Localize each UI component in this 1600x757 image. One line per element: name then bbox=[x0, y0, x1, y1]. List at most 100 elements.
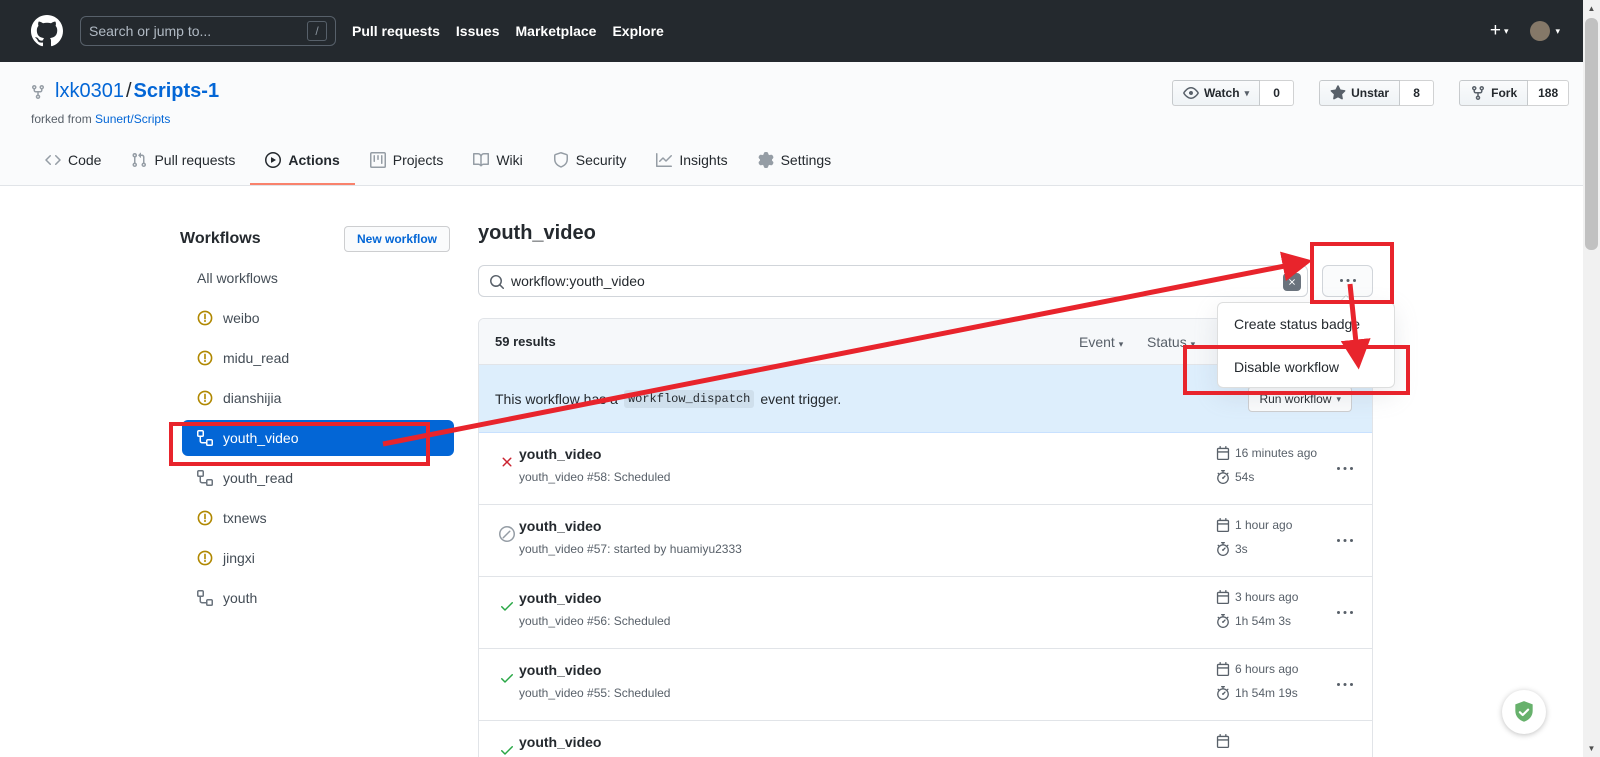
run-workflow-button[interactable]: Run workflow ▾ bbox=[1248, 386, 1352, 412]
global-search-input[interactable] bbox=[89, 23, 279, 39]
sidebar-item-weibo[interactable]: weibo bbox=[178, 298, 458, 338]
forked-from-link[interactable]: Sunert/Scripts bbox=[95, 112, 170, 126]
fork-button[interactable]: Fork bbox=[1459, 80, 1528, 106]
run-title-link[interactable]: youth_video bbox=[519, 662, 601, 678]
workflow-run-row[interactable]: youth_video bbox=[479, 721, 1372, 757]
fork-count[interactable]: 188 bbox=[1528, 80, 1569, 106]
tab-actions[interactable]: Actions bbox=[250, 137, 354, 185]
warning-icon bbox=[197, 390, 213, 406]
calendar-icon bbox=[1216, 518, 1230, 532]
menu-item-disable-workflow[interactable]: Disable workflow bbox=[1218, 345, 1394, 387]
vertical-scrollbar[interactable]: ▲ ▼ bbox=[1583, 0, 1600, 757]
sidebar-item-jingxi[interactable]: jingxi bbox=[178, 538, 458, 578]
star-filled-icon bbox=[1330, 85, 1346, 101]
nav-pull-requests[interactable]: Pull requests bbox=[352, 23, 440, 39]
nav-marketplace[interactable]: Marketplace bbox=[516, 23, 597, 39]
run-title-link[interactable]: youth_video bbox=[519, 734, 601, 750]
status-filter[interactable]: Status ▾ bbox=[1147, 334, 1195, 350]
book-icon bbox=[473, 152, 489, 168]
workflow-run-row[interactable]: youth_video youth_video #58: Scheduled 1… bbox=[479, 433, 1372, 505]
graph-icon bbox=[656, 152, 672, 168]
tab-code[interactable]: Code bbox=[30, 137, 116, 185]
run-options-button[interactable] bbox=[1337, 605, 1353, 621]
unstar-button[interactable]: Unstar bbox=[1319, 80, 1400, 106]
menu-item-create-status-badge[interactable]: Create status badge bbox=[1218, 303, 1394, 345]
sidebar-item-midu-read[interactable]: midu_read bbox=[178, 338, 458, 378]
watch-button[interactable]: Watch ▾ bbox=[1172, 80, 1260, 106]
tab-wiki[interactable]: Wiki bbox=[458, 137, 537, 185]
warning-icon bbox=[197, 510, 213, 526]
stopwatch-icon bbox=[1216, 614, 1230, 628]
run-title-link[interactable]: youth_video bbox=[519, 446, 601, 462]
runs-search-input[interactable] bbox=[511, 266, 1251, 296]
run-subtitle: youth_video #56: Scheduled bbox=[519, 614, 670, 628]
workflow-run-row[interactable]: youth_video youth_video #57: started by … bbox=[479, 505, 1372, 577]
clear-search-button[interactable] bbox=[1283, 273, 1301, 291]
run-options-button[interactable] bbox=[1337, 677, 1353, 693]
stopwatch-icon bbox=[1216, 470, 1230, 484]
scrollbar-thumb[interactable] bbox=[1585, 18, 1598, 250]
sidebar-item-dianshijia[interactable]: dianshijia bbox=[178, 378, 458, 418]
chevron-down-icon: ▾ bbox=[1336, 394, 1341, 405]
project-icon bbox=[370, 152, 386, 168]
workflow-icon bbox=[197, 590, 213, 606]
tab-projects[interactable]: Projects bbox=[355, 137, 459, 185]
check-icon bbox=[499, 670, 515, 686]
repo-tabs: Code Pull requests Actions Projects Wiki… bbox=[30, 137, 846, 185]
search-icon bbox=[489, 274, 505, 290]
watch-count[interactable]: 0 bbox=[1260, 80, 1294, 106]
run-time: 16 minutes ago bbox=[1216, 446, 1317, 460]
workflow-list: All workflows weibo midu_read dianshijia… bbox=[178, 258, 458, 618]
chevron-down-icon: ▾ bbox=[1245, 88, 1250, 99]
sidebar-item-txnews[interactable]: txnews bbox=[178, 498, 458, 538]
breadcrumb-separator: / bbox=[124, 80, 134, 102]
calendar-icon bbox=[1216, 590, 1230, 604]
event-filter[interactable]: Event ▾ bbox=[1079, 334, 1123, 350]
star-count[interactable]: 8 bbox=[1400, 80, 1434, 106]
page-title: youth_video bbox=[478, 222, 596, 245]
sidebar-item-youth[interactable]: youth bbox=[178, 578, 458, 618]
calendar-icon bbox=[1216, 662, 1230, 676]
scroll-up-arrow[interactable]: ▲ bbox=[1583, 4, 1600, 13]
workflow-dispatch-code: workflow_dispatch bbox=[624, 390, 754, 408]
eye-icon bbox=[1183, 85, 1199, 101]
tab-insights[interactable]: Insights bbox=[641, 137, 742, 185]
run-time bbox=[1216, 734, 1235, 748]
adblock-shield-badge[interactable] bbox=[1502, 690, 1546, 734]
sidebar-item-all-workflows[interactable]: All workflows bbox=[178, 258, 458, 298]
user-menu[interactable]: ▾ bbox=[1530, 21, 1560, 41]
check-icon bbox=[499, 598, 515, 614]
repo-name-link[interactable]: Scripts-1 bbox=[134, 80, 220, 102]
run-duration: 1h 54m 3s bbox=[1216, 614, 1291, 628]
workflow-run-row[interactable]: youth_video youth_video #55: Scheduled 6… bbox=[479, 649, 1372, 721]
workflow-run-row[interactable]: youth_video youth_video #56: Scheduled 3… bbox=[479, 577, 1372, 649]
forked-from-note: forked from Sunert/Scripts bbox=[31, 112, 170, 126]
pull-request-icon bbox=[131, 152, 147, 168]
new-workflow-button[interactable]: New workflow bbox=[344, 226, 450, 252]
header-nav: Pull requests Issues Marketplace Explore bbox=[352, 23, 664, 39]
tab-pull-requests[interactable]: Pull requests bbox=[116, 137, 250, 185]
global-search: / bbox=[80, 16, 336, 46]
run-duration: 3s bbox=[1216, 542, 1248, 556]
stopwatch-icon bbox=[1216, 542, 1230, 556]
run-title-link[interactable]: youth_video bbox=[519, 590, 601, 606]
repo-owner-link[interactable]: lxk0301 bbox=[55, 80, 124, 102]
run-title-link[interactable]: youth_video bbox=[519, 518, 601, 534]
github-logo-icon[interactable] bbox=[31, 15, 63, 47]
circle-slash-icon bbox=[499, 526, 515, 542]
run-subtitle: youth_video #55: Scheduled bbox=[519, 686, 670, 700]
run-duration: 54s bbox=[1216, 470, 1254, 484]
play-icon bbox=[265, 152, 281, 168]
avatar bbox=[1530, 21, 1550, 41]
nav-explore[interactable]: Explore bbox=[612, 23, 663, 39]
run-options-button[interactable] bbox=[1337, 533, 1353, 549]
run-options-button[interactable] bbox=[1337, 461, 1353, 477]
nav-issues[interactable]: Issues bbox=[456, 23, 500, 39]
scroll-down-arrow[interactable]: ▼ bbox=[1583, 744, 1600, 753]
sidebar-item-youth-video[interactable]: youth_video bbox=[182, 420, 454, 456]
tab-settings[interactable]: Settings bbox=[743, 137, 847, 185]
chevron-down-icon: ▾ bbox=[1555, 26, 1560, 37]
sidebar-item-youth-read[interactable]: youth_read bbox=[178, 458, 458, 498]
tab-security[interactable]: Security bbox=[538, 137, 642, 185]
create-new-menu[interactable]: +▾ bbox=[1490, 20, 1509, 42]
